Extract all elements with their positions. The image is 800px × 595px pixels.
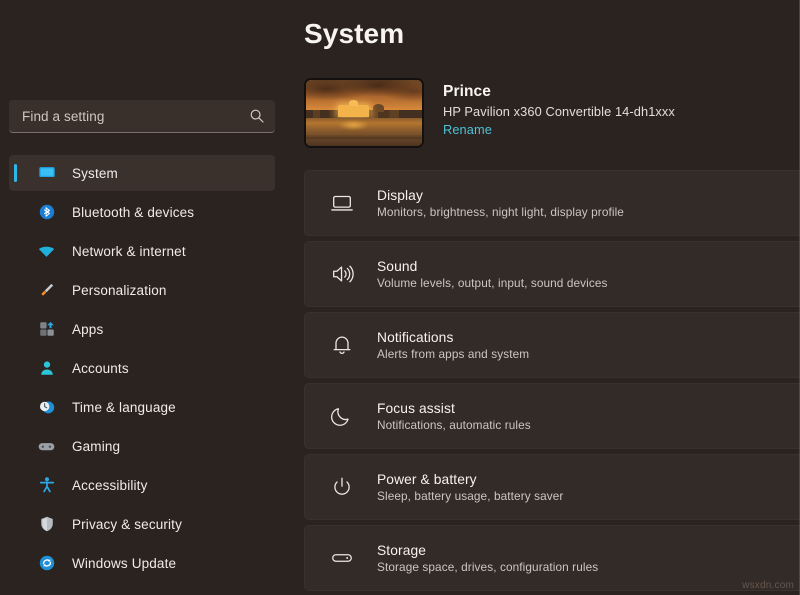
sidebar-item-label: System [72, 166, 118, 181]
update-icon [37, 554, 56, 573]
wifi-icon [37, 242, 56, 261]
sidebar-item-network-internet[interactable]: Network & internet [9, 233, 275, 269]
rename-link[interactable]: Rename [443, 122, 675, 137]
settings-row-title: Notifications [377, 330, 529, 345]
sidebar-item-apps[interactable]: Apps [9, 311, 275, 347]
apps-grid-icon [37, 320, 56, 339]
device-info: Prince HP Pavilion x360 Convertible 14-d… [443, 78, 675, 137]
paintbrush-icon [37, 281, 56, 300]
settings-row-notifications[interactable]: Notifications Alerts from apps and syste… [304, 312, 800, 378]
settings-row-power-battery[interactable]: Power & battery Sleep, battery usage, ba… [304, 454, 800, 520]
settings-row-subtitle: Monitors, brightness, night light, displ… [377, 205, 624, 219]
speaker-icon [329, 261, 355, 287]
sidebar-item-windows-update[interactable]: Windows Update [9, 545, 275, 581]
sidebar-nav: System Bluetooth & devices [0, 155, 287, 581]
settings-row-display[interactable]: Display Monitors, brightness, night ligh… [304, 170, 800, 236]
sidebar-item-accessibility[interactable]: Accessibility [9, 467, 275, 503]
sidebar-item-label: Apps [72, 322, 103, 337]
settings-row-title: Sound [377, 259, 608, 274]
device-thumbnail [304, 78, 424, 148]
sidebar-item-bluetooth-devices[interactable]: Bluetooth & devices [9, 194, 275, 230]
main-content: System Prince HP Pavilion x360 Convertib… [287, 0, 800, 595]
sidebar-item-system[interactable]: System [9, 155, 275, 191]
sidebar: System Bluetooth & devices [0, 0, 287, 595]
settings-list: Display Monitors, brightness, night ligh… [304, 170, 800, 591]
sidebar-item-gaming[interactable]: Gaming [9, 428, 275, 464]
sidebar-item-label: Windows Update [72, 556, 176, 571]
search-input[interactable] [22, 109, 249, 124]
sidebar-item-label: Time & language [72, 400, 176, 415]
settings-row-subtitle: Sleep, battery usage, battery saver [377, 489, 563, 503]
settings-row-subtitle: Notifications, automatic rules [377, 418, 531, 432]
sidebar-item-label: Gaming [72, 439, 120, 454]
settings-row-title: Storage [377, 543, 598, 558]
gamepad-icon [37, 437, 56, 456]
sidebar-item-label: Accessibility [72, 478, 147, 493]
settings-row-sound[interactable]: Sound Volume levels, output, input, soun… [304, 241, 800, 307]
sidebar-item-label: Accounts [72, 361, 129, 376]
device-card: Prince HP Pavilion x360 Convertible 14-d… [304, 78, 800, 148]
moon-icon [329, 403, 355, 429]
clock-globe-icon [37, 398, 56, 417]
shield-icon [37, 515, 56, 534]
page-title: System [304, 18, 800, 50]
sidebar-item-label: Bluetooth & devices [72, 205, 194, 220]
power-icon [329, 474, 355, 500]
settings-row-title: Power & battery [377, 472, 563, 487]
device-name: Prince [443, 83, 675, 101]
accessibility-icon [37, 476, 56, 495]
display-icon [329, 190, 355, 216]
settings-window: System Bluetooth & devices [0, 0, 800, 595]
sidebar-item-time-language[interactable]: Time & language [9, 389, 275, 425]
sidebar-item-label: Personalization [72, 283, 167, 298]
settings-row-title: Focus assist [377, 401, 531, 416]
search-icon [249, 108, 265, 124]
drive-icon [329, 545, 355, 571]
settings-row-subtitle: Alerts from apps and system [377, 347, 529, 361]
person-icon [37, 359, 56, 378]
bluetooth-icon [37, 203, 56, 222]
settings-row-subtitle: Volume levels, output, input, sound devi… [377, 276, 608, 290]
settings-row-title: Display [377, 188, 624, 203]
sidebar-item-accounts[interactable]: Accounts [9, 350, 275, 386]
bell-icon [329, 332, 355, 358]
sidebar-item-label: Network & internet [72, 244, 186, 259]
sidebar-item-personalization[interactable]: Personalization [9, 272, 275, 308]
sidebar-item-privacy-security[interactable]: Privacy & security [9, 506, 275, 542]
device-model: HP Pavilion x360 Convertible 14-dh1xxx [443, 104, 675, 119]
settings-row-focus-assist[interactable]: Focus assist Notifications, automatic ru… [304, 383, 800, 449]
sidebar-item-label: Privacy & security [72, 517, 182, 532]
settings-row-subtitle: Storage space, drives, configuration rul… [377, 560, 598, 574]
settings-row-storage[interactable]: Storage Storage space, drives, configura… [304, 525, 800, 591]
monitor-icon [37, 164, 56, 183]
search-box[interactable] [9, 100, 275, 133]
